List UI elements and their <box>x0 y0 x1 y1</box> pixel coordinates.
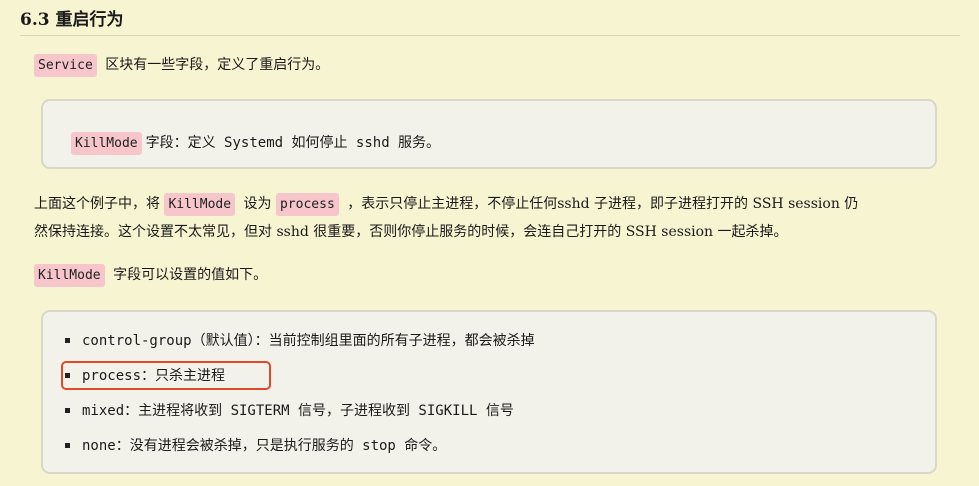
section-heading: 6.3 重启行为 <box>20 8 960 36</box>
explanation-before: 上面这个例子中，将 <box>34 196 160 212</box>
killmode-code: KillMode <box>71 132 142 155</box>
list-item: none：没有进程会被杀掉，只是执行服务的 stop 命令。 <box>65 435 446 457</box>
process-code-inline: process <box>275 193 339 216</box>
explanation-after: ，表示只停止主进程，不停止任何sshd 子进程，即子进程打开的 SSH sess… <box>347 196 859 212</box>
explanation-line-2: 然保持连接。这个设置不太常见，但对 sshd 很重要，否则你停止服务的时候，会连… <box>34 224 788 240</box>
process-highlight-box <box>61 361 271 390</box>
list-item-text: control-group（默认值）：当前控制组里面的所有子进程，都会被杀掉 <box>82 333 535 349</box>
list-item: control-group（默认值）：当前控制组里面的所有子进程，都会被杀掉 <box>65 330 535 352</box>
explanation-middle: 设为 <box>243 196 272 212</box>
killmode-quote-box: KillMode 字段：定义 Systemd 如何停止 sshd 服务。 <box>41 99 937 169</box>
killmode-values-list: control-group（默认值）：当前控制组里面的所有子进程，都会被杀掉 p… <box>41 310 937 474</box>
intro-paragraph: Service 区块有一些字段，定义了重启行为。 <box>34 50 329 81</box>
values-intro-text: 字段可以设置的值如下。 <box>113 267 268 283</box>
killmode-code-values: KillMode <box>34 264 105 287</box>
list-item-text: mixed：主进程将收到 SIGTERM 信号，子进程收到 SIGKILL 信号 <box>82 403 514 419</box>
explanation-line-1: 上面这个例子中，将 KillMode 设为 process ，表示只停止主进程，… <box>34 189 858 220</box>
killmode-code-inline: KillMode <box>164 193 236 216</box>
killmode-description: 字段：定义 Systemd 如何停止 sshd 服务。 <box>145 135 441 151</box>
bullet-icon <box>65 337 70 343</box>
bullet-icon <box>65 442 70 448</box>
bullet-icon <box>65 407 70 413</box>
values-intro: KillMode 字段可以设置的值如下。 <box>34 260 267 291</box>
list-item: mixed：主进程将收到 SIGTERM 信号，子进程收到 SIGKILL 信号 <box>65 400 514 422</box>
intro-text: 区块有一些字段，定义了重启行为。 <box>105 57 330 73</box>
list-item-text: none：没有进程会被杀掉，只是执行服务的 stop 命令。 <box>82 438 447 454</box>
service-code: Service <box>34 54 97 77</box>
